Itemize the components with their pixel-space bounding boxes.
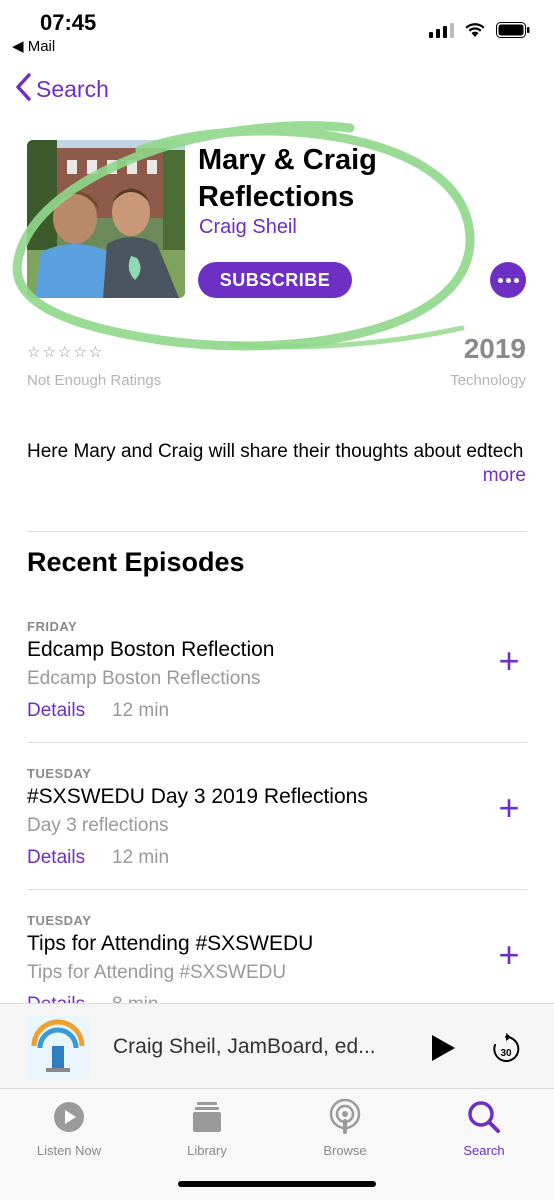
divider [27, 889, 527, 890]
recent-episodes-heading: Recent Episodes [27, 547, 245, 577]
episode-duration: 12 min [112, 847, 170, 868]
podcast-description: Here Mary and Craig will share their tho… [27, 441, 524, 462]
play-icon[interactable] [430, 1034, 456, 1062]
skip-forward-icon[interactable]: 30 [491, 1032, 521, 1064]
back-to-app-link[interactable]: ◀ Mail [12, 37, 55, 55]
rating-stars[interactable]: ☆☆☆☆☆ [27, 343, 104, 361]
tab-label: Browse [323, 1143, 367, 1158]
search-back-button[interactable]: Search [14, 72, 109, 107]
podcast-title: Mary & Craig Reflections [198, 144, 377, 213]
episode-list-item[interactable]: TUESDAY #SXSWEDU Day 3 2019 Reflections … [0, 766, 554, 912]
back-label: Search [36, 76, 109, 102]
magnifier-icon [429, 1097, 539, 1137]
description-more-link[interactable]: more [483, 465, 526, 487]
episode-date: TUESDAY [27, 766, 92, 781]
ratings-text: Not Enough Ratings [27, 372, 162, 389]
tab-label: Library [187, 1143, 227, 1158]
add-episode-plus-icon[interactable]: + [494, 790, 524, 826]
status-icons [429, 22, 530, 38]
status-bar: 07:45 ◀ Mail [0, 0, 554, 60]
tab-search[interactable]: Search [429, 1097, 539, 1158]
episode-details-link[interactable]: Details [27, 847, 85, 869]
episode-subtitle: Edcamp Boston Reflections [27, 668, 261, 689]
podcast-artwork [27, 140, 185, 298]
add-episode-plus-icon[interactable]: + [494, 937, 524, 973]
ellipsis-icon [497, 277, 503, 283]
now-playing-title[interactable]: Craig Sheil, JamBoard, ed... [113, 1035, 403, 1059]
divider [27, 742, 527, 743]
podcast-broadcast-icon [290, 1097, 400, 1137]
episode-date: FRIDAY [27, 619, 78, 634]
more-options-button[interactable] [490, 262, 526, 298]
episode-subtitle: Tips for Attending #SXSWEDU [27, 962, 287, 983]
episode-duration: 12 min [112, 700, 170, 721]
skip-seconds: 30 [500, 1048, 512, 1059]
chevron-left-icon [14, 72, 32, 107]
play-circle-icon [14, 1097, 124, 1137]
episode-list-item[interactable]: FRIDAY Edcamp Boston Reflection Edcamp B… [0, 619, 554, 765]
add-episode-plus-icon[interactable]: + [494, 643, 524, 679]
episode-details-link[interactable]: Details [27, 700, 85, 722]
ellipsis-dot [505, 277, 511, 283]
episode-subtitle: Day 3 reflections [27, 815, 169, 836]
mini-player[interactable]: Craig Sheil, JamBoard, ed... 30 [0, 1003, 554, 1089]
tab-label: Search [463, 1143, 505, 1158]
episode-title[interactable]: #SXSWEDU Day 3 2019 Reflections [27, 785, 368, 809]
episode-title[interactable]: Edcamp Boston Reflection [27, 638, 274, 662]
battery-icon [496, 22, 530, 38]
episode-title[interactable]: Tips for Attending #SXSWEDU [27, 932, 313, 956]
podcast-year: 2019 [463, 333, 526, 364]
now-playing-artwork [26, 1016, 90, 1080]
ellipsis-dot [513, 277, 519, 283]
podcast-author-link[interactable]: Craig Sheil [199, 216, 297, 239]
cellular-signal-icon [429, 22, 454, 38]
tab-listen-now[interactable]: Listen Now [14, 1097, 124, 1158]
library-stack-icon [152, 1097, 262, 1137]
wifi-icon [465, 23, 485, 37]
podcast-category: Technology [450, 372, 526, 389]
divider [27, 531, 527, 532]
tab-browse[interactable]: Browse [290, 1097, 400, 1158]
status-time: 07:45 [40, 10, 97, 35]
episode-date: TUESDAY [27, 913, 92, 928]
tab-label: Listen Now [36, 1143, 102, 1158]
subscribe-button[interactable]: SUBSCRIBE [198, 262, 352, 298]
home-indicator[interactable] [178, 1181, 376, 1187]
tab-library[interactable]: Library [152, 1097, 262, 1158]
